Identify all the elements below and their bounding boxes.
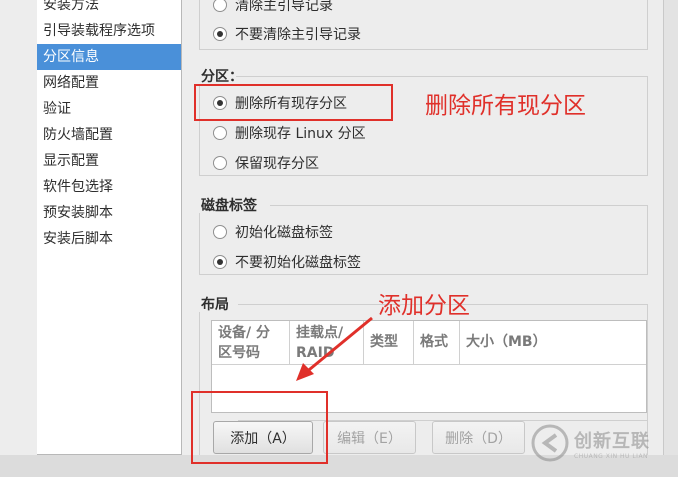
watermark-emblem-icon xyxy=(531,424,569,462)
watermark-text: 创新互联 xyxy=(574,430,650,452)
annotation-arrow-icon xyxy=(296,316,373,381)
watermark-logo: 创新互联 CHUANG XIN HU LIAN xyxy=(530,418,675,468)
watermark-subtext: CHUANG XIN HU LIAN xyxy=(574,452,649,460)
